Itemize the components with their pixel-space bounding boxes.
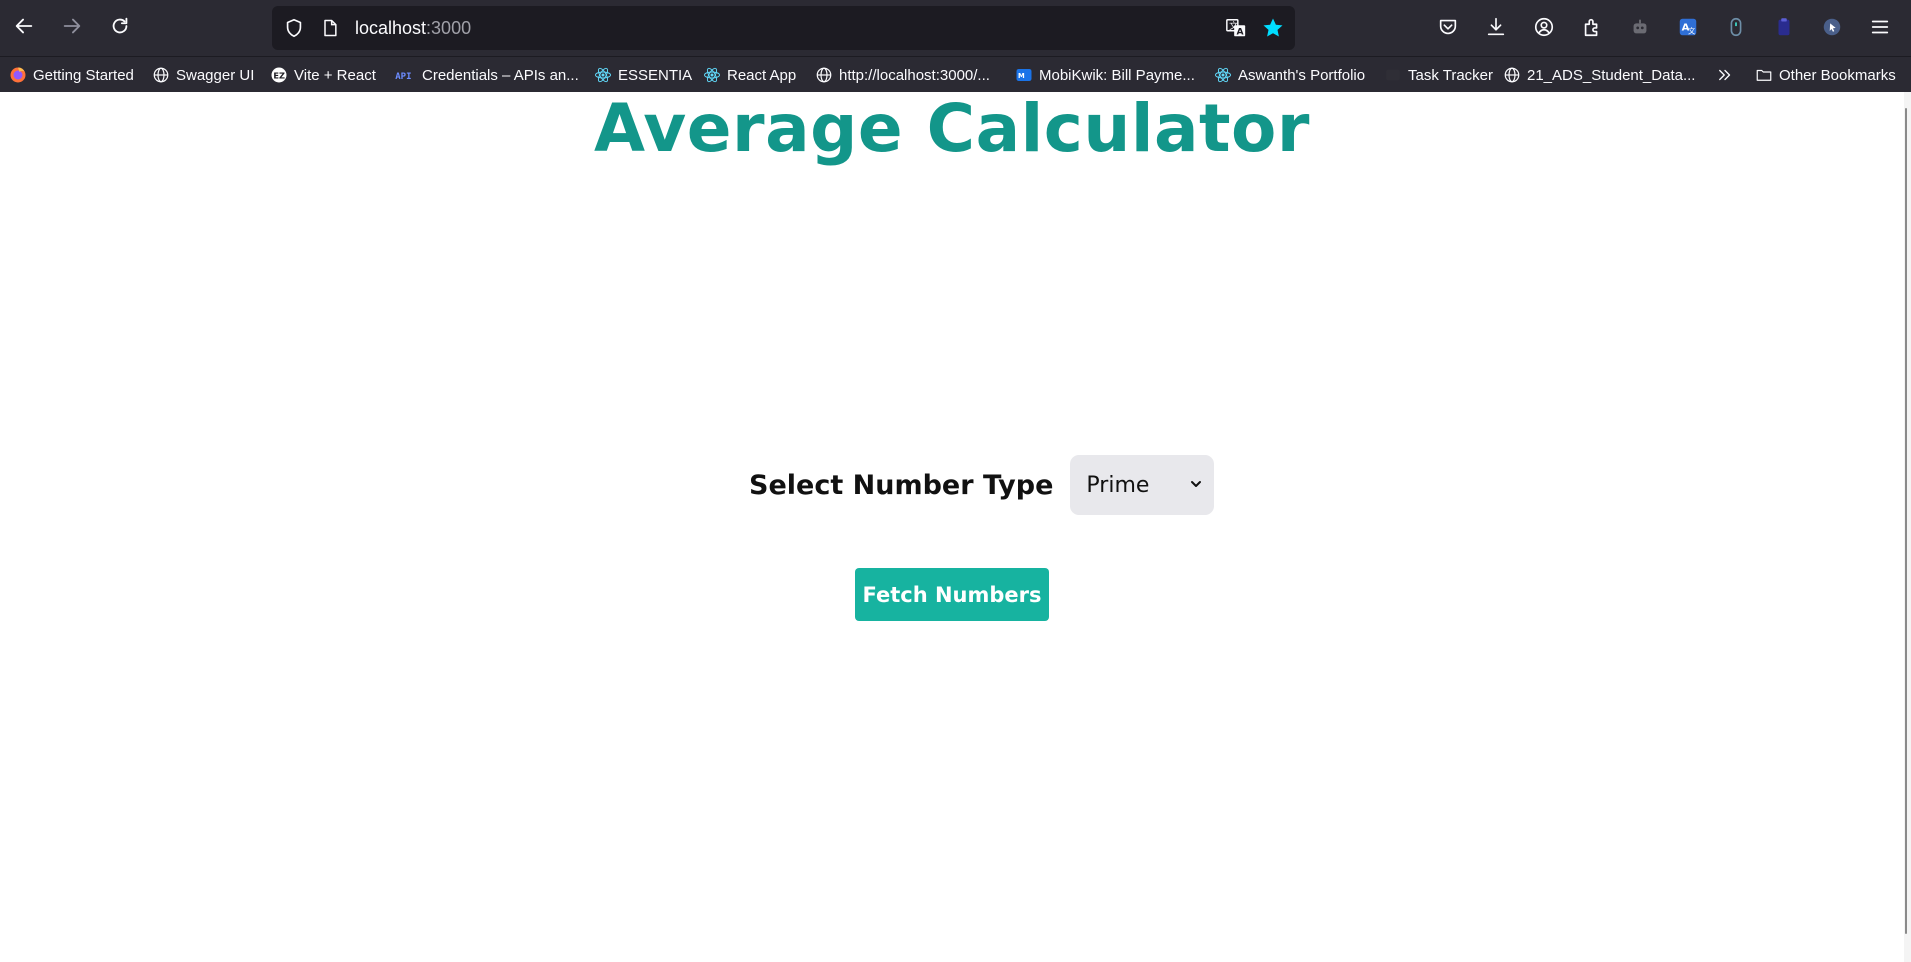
bookmark-item[interactable]: React App [703, 63, 796, 87]
svg-text:API: API [395, 72, 411, 82]
bookmark-item[interactable]: EZ Vite + React [270, 63, 376, 87]
back-button[interactable] [8, 10, 40, 42]
extensions-icon[interactable] [1578, 13, 1606, 41]
bookmark-item[interactable]: 21_ADS_Student_Data... [1503, 63, 1695, 87]
back-arrow-icon [15, 18, 33, 34]
globe-icon [1503, 66, 1521, 84]
forward-button[interactable] [56, 10, 88, 42]
bookmarks-overflow-button[interactable] [1716, 63, 1740, 87]
select-label: Select Number Type [749, 469, 1054, 501]
bookmark-label: React App [727, 66, 797, 84]
globe-icon [152, 66, 170, 84]
api-icon: API [394, 66, 416, 84]
react-icon [1214, 66, 1232, 84]
scrollbar-thumb[interactable] [1905, 108, 1907, 934]
bookmark-label: http://localhost:3000/... [839, 66, 990, 84]
browser-chrome: localhost:3000 文A A文 Getting Started Swa… [0, 0, 1911, 92]
svg-text:EZ: EZ [273, 70, 285, 80]
cursor-extension-icon[interactable] [1818, 13, 1846, 41]
bookmark-star-icon[interactable] [1261, 16, 1285, 40]
select-value: Prime [1086, 472, 1150, 498]
firefox-icon [9, 66, 27, 84]
bookmark-label: Aswanth's Portfolio [1238, 66, 1366, 84]
globe-icon [815, 66, 833, 84]
other-bookmarks[interactable]: Other Bookmarks [1755, 63, 1896, 87]
bookmark-label: Vite + React [294, 66, 376, 84]
bookmark-item[interactable]: Aswanth's Portfolio [1214, 63, 1365, 87]
bookmarks-toolbar: Getting Started Swagger UI EZ Vite + Rea… [0, 56, 1911, 92]
chevron-down-icon [1191, 481, 1202, 487]
bookmark-item[interactable]: Getting Started [9, 63, 134, 87]
number-type-select[interactable]: Prime [1070, 455, 1215, 515]
bookmark-label: Credentials – APIs an... [422, 66, 579, 84]
fetch-numbers-button[interactable]: Fetch Numbers [855, 568, 1049, 621]
clipboard-extension-icon[interactable] [1770, 13, 1798, 41]
bookmark-label: 21_ADS_Student_Data... [1527, 66, 1696, 84]
robot-extension-icon[interactable] [1626, 13, 1654, 41]
bookmark-item[interactable]: M MobiKwik: Bill Payme... [1015, 63, 1195, 87]
bookmark-item[interactable]: ESSENTIA [594, 63, 692, 87]
react-icon [594, 66, 612, 84]
reload-button[interactable] [104, 10, 136, 42]
bookmark-item[interactable]: Task Tracker [1384, 63, 1493, 87]
url-host: localhost [355, 18, 427, 38]
url-bar[interactable]: localhost:3000 文A [272, 6, 1295, 50]
react-icon [703, 66, 721, 84]
url-port: :3000 [426, 18, 472, 38]
pocket-icon[interactable] [1434, 13, 1462, 41]
bookmark-item[interactable]: http://localhost:3000/... [815, 63, 990, 87]
page-title: Average Calculator [594, 90, 1310, 167]
bookmark-label: Task Tracker [1408, 66, 1494, 84]
bookmark-item[interactable]: API Credentials – APIs an... [394, 63, 579, 87]
menu-icon[interactable] [1866, 13, 1894, 41]
bookmark-label: Swagger UI [176, 66, 255, 84]
bookmark-label: Getting Started [33, 66, 134, 84]
mouse-extension-icon[interactable] [1722, 13, 1750, 41]
ez-icon: EZ [270, 66, 288, 84]
browser-toolbar: localhost:3000 文A A文 [0, 0, 1911, 56]
url-text[interactable]: localhost:3000 [355, 18, 471, 39]
page-icon[interactable] [318, 16, 342, 40]
svg-text:文: 文 [1688, 26, 1696, 35]
number-type-row: Select Number Type Prime [749, 454, 1215, 516]
other-bookmarks-label: Other Bookmarks [1779, 66, 1896, 84]
blank-icon [1384, 66, 1402, 84]
chevron-double-right-icon [1716, 66, 1734, 84]
svg-text:A: A [1236, 26, 1244, 37]
forward-arrow-icon [63, 18, 81, 34]
page-content: Average Calculator Select Number Type Pr… [0, 92, 1911, 962]
mobikwik-icon: M [1015, 66, 1033, 84]
svg-text:M: M [1018, 72, 1025, 80]
bookmark-label: MobiKwik: Bill Payme... [1039, 66, 1195, 84]
downloads-icon[interactable] [1482, 13, 1510, 41]
reload-icon [112, 17, 128, 34]
bookmark-label: ESSENTIA [618, 66, 693, 84]
folder-icon [1755, 66, 1773, 84]
translator-extension-icon[interactable]: A文 [1674, 13, 1702, 41]
bookmark-item[interactable]: Swagger UI [152, 63, 254, 87]
account-icon[interactable] [1530, 13, 1558, 41]
shield-icon[interactable] [282, 16, 306, 40]
translate-icon[interactable]: 文A [1224, 16, 1248, 40]
